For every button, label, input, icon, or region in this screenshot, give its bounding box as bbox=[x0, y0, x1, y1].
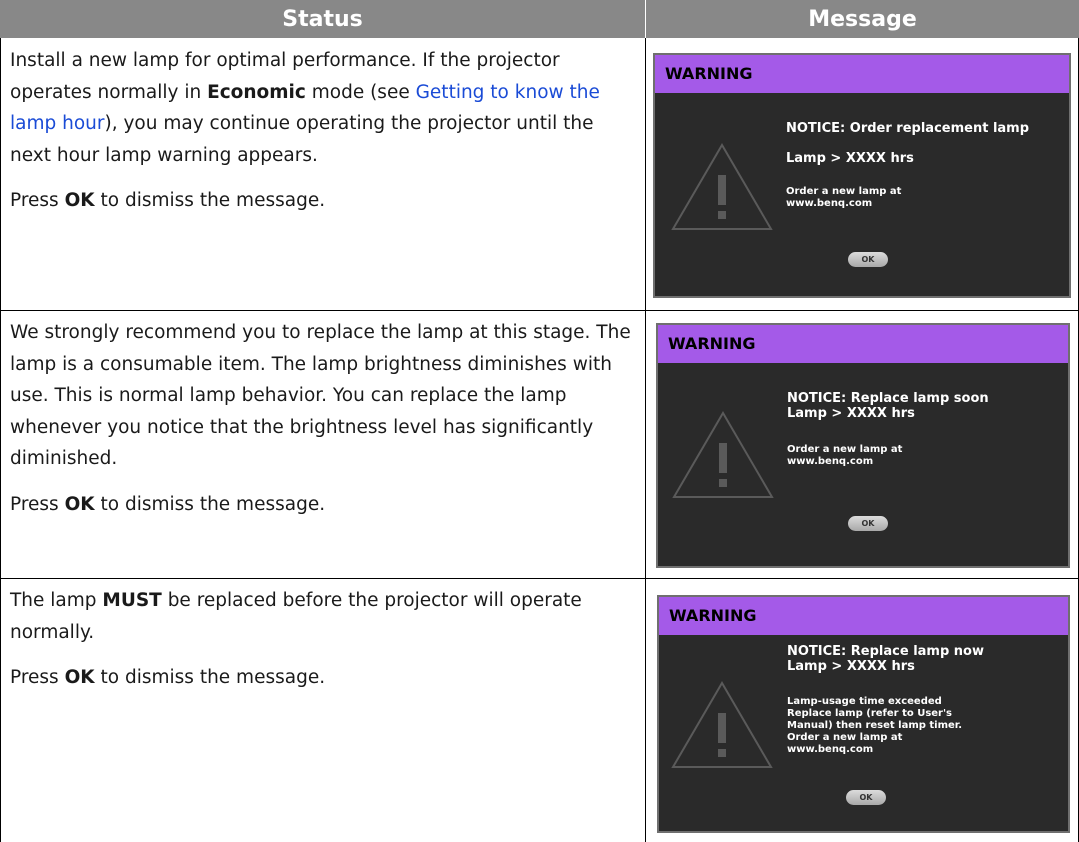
dismiss-text: Press OK to dismiss the message. bbox=[10, 493, 326, 515]
osd-title: WARNING bbox=[659, 597, 1068, 635]
osd-title: WARNING bbox=[655, 55, 1069, 93]
dismiss-text: Press OK to dismiss the message. bbox=[10, 667, 326, 688]
osd-detail-replace: Replace lamp (refer to User's Manual) th… bbox=[787, 708, 963, 731]
osd-warning-screen: WARNING NOTICE: Replace lamp now Lamp > … bbox=[657, 595, 1070, 833]
osd-title: WARNING bbox=[658, 325, 1068, 363]
table-row-status: We strongly recommend you to replace the… bbox=[10, 317, 635, 534]
warning-triangle-icon bbox=[671, 143, 773, 230]
status-text: The lamp MUST be replaced before the pro… bbox=[10, 590, 582, 643]
osd-detail-exceeded: Lamp-usage time exceeded bbox=[787, 696, 942, 707]
osd-detail: Order a new lamp at www.benq.com bbox=[787, 444, 903, 467]
table-row-status: Install a new lamp for optimal performan… bbox=[10, 45, 635, 231]
status-text: Install a new lamp for optimal performan… bbox=[10, 50, 600, 166]
column-divider bbox=[645, 38, 646, 842]
row-divider bbox=[0, 310, 1079, 311]
header-message: Message bbox=[646, 0, 1079, 38]
warning-triangle-icon bbox=[672, 411, 774, 498]
warning-triangle-icon bbox=[671, 681, 773, 768]
osd-detail: Order a new lamp at www.benq.com bbox=[786, 186, 902, 209]
status-text: We strongly recommend you to replace the… bbox=[10, 322, 631, 469]
osd-notice: NOTICE: Replace lamp now bbox=[787, 644, 984, 659]
osd-warning-screen: WARNING NOTICE: Order replacement lamp L… bbox=[653, 53, 1071, 298]
osd-notice: NOTICE: Order replacement lamp bbox=[786, 121, 1030, 136]
osd-warning-screen: WARNING NOTICE: Replace lamp soon Lamp >… bbox=[656, 323, 1070, 568]
osd-lamp-hours: Lamp > XXXX hrs bbox=[786, 151, 914, 166]
osd-ok-button[interactable]: OK bbox=[846, 790, 886, 805]
osd-lamp-hours: Lamp > XXXX hrs bbox=[787, 406, 915, 421]
osd-notice: NOTICE: Replace lamp soon bbox=[787, 391, 989, 406]
table-row-status: The lamp MUST be replaced before the pro… bbox=[10, 585, 635, 708]
osd-ok-button[interactable]: OK bbox=[848, 516, 888, 531]
dismiss-text: Press OK to dismiss the message. bbox=[10, 190, 326, 211]
osd-detail-order: Order a new lamp at www.benq.com bbox=[787, 732, 903, 755]
header-status: Status bbox=[0, 0, 645, 38]
osd-lamp-hours: Lamp > XXXX hrs bbox=[787, 659, 915, 674]
lamp-status-table: Status Message Install a new lamp for op… bbox=[0, 0, 1079, 842]
osd-ok-button[interactable]: OK bbox=[848, 252, 888, 267]
table-border-left bbox=[0, 38, 1, 842]
row-divider bbox=[0, 578, 1079, 579]
